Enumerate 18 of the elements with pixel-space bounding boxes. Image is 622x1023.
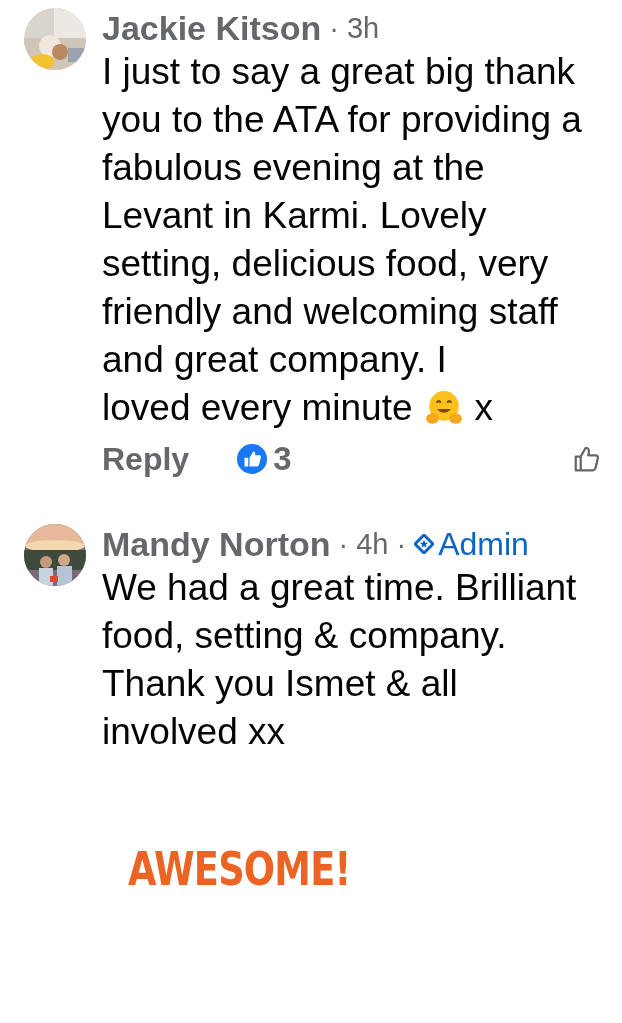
separator-dot: · bbox=[329, 11, 339, 45]
comment-text: loved every minute bbox=[102, 386, 413, 430]
like-reaction-icon bbox=[237, 444, 268, 474]
hugging-face-icon bbox=[424, 389, 463, 427]
separator-dot: · bbox=[396, 527, 407, 561]
admin-badge-icon bbox=[414, 534, 435, 554]
comment-time: 4h bbox=[356, 527, 389, 561]
thumbs-up-icon[interactable] bbox=[572, 444, 602, 474]
comment-text: x bbox=[474, 386, 494, 430]
like-count: 3 bbox=[273, 440, 292, 478]
reply-button[interactable]: Reply bbox=[102, 440, 190, 478]
admin-label: Admin bbox=[438, 525, 529, 563]
author-name[interactable]: Mandy Norton bbox=[102, 524, 331, 564]
sticker-text: AWESOME! bbox=[128, 842, 351, 896]
separator-dot: · bbox=[338, 527, 349, 561]
comment-time: 3h bbox=[346, 11, 380, 45]
comment-text: We had a great time. Brilliant food, setting & company. Thank you Ismet & all involved xx bbox=[102, 566, 578, 754]
author-name[interactable]: Jackie Kitson bbox=[102, 8, 322, 48]
